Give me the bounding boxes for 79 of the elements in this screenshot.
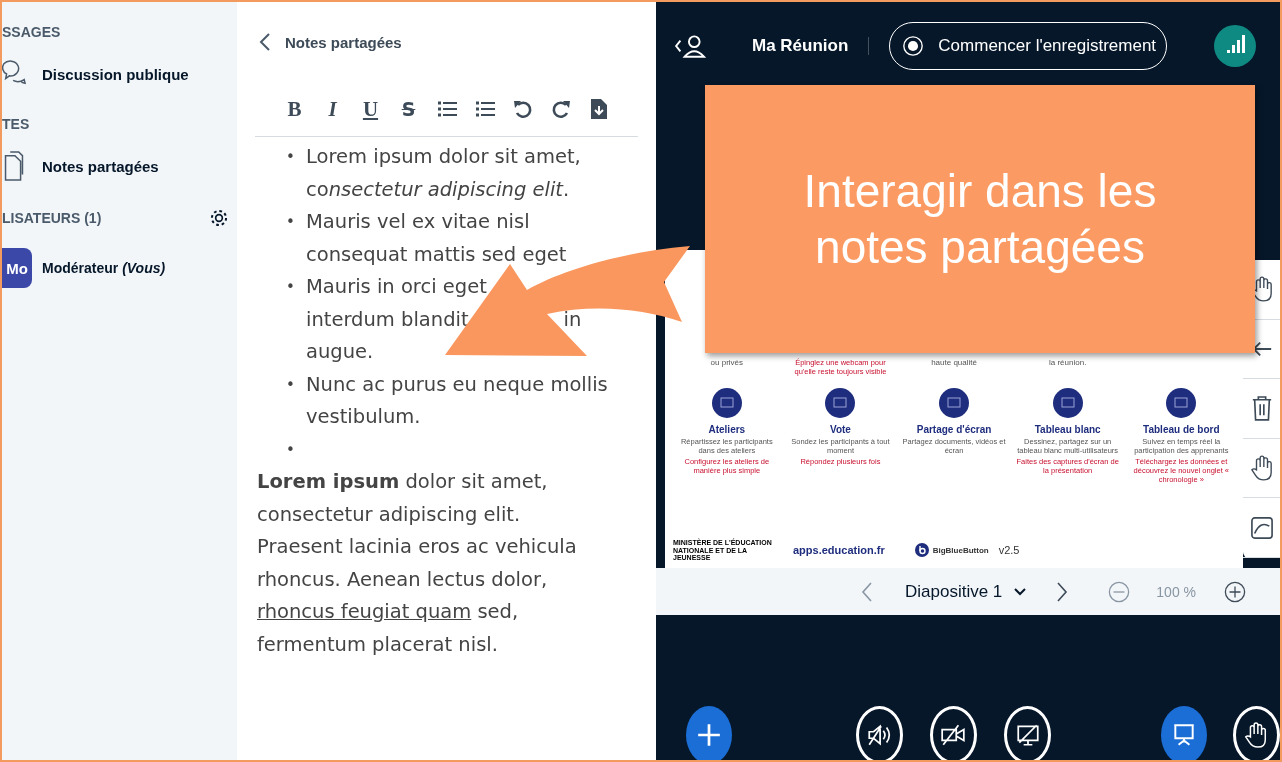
list-bullet: • <box>286 212 296 233</box>
hand-button[interactable] <box>1232 706 1280 760</box>
apps-logo: apps.education.fr <box>793 544 885 557</box>
notes-icon <box>2 150 26 182</box>
feature-icon <box>825 388 856 418</box>
bullet-list-icon[interactable] <box>474 99 495 119</box>
redo-icon[interactable] <box>550 99 571 119</box>
bold-button[interactable]: B <box>284 96 305 122</box>
record-icon <box>902 35 925 57</box>
feature-icon <box>711 388 742 418</box>
note-paragraph: Lorem ipsum dolor sit amet, consectetur adipiscing elit. Praesent lacinia eros ac vehicula rhoncus. Aenean lectus dolor, rhoncus feugiat quam sed, fermentum placerat nisl. <box>256 469 578 658</box>
zoom-level: 100 % <box>1156 583 1197 600</box>
list-bullet: • <box>286 277 296 298</box>
user-list-toggle-icon[interactable] <box>674 34 706 58</box>
numbered-list-icon[interactable] <box>436 99 457 119</box>
section-heading: SSAGES <box>2 24 62 40</box>
chart-icon[interactable] <box>1250 514 1273 541</box>
zoom-in-icon[interactable] <box>1224 580 1247 603</box>
note-line: consequat mattis sed eget <box>306 241 567 268</box>
undo-icon[interactable] <box>512 99 533 119</box>
feature-title: Tableau de bord <box>1143 424 1220 435</box>
underline-button[interactable]: U <box>360 96 381 122</box>
list-bullet: • <box>286 374 296 396</box>
feature-icon <box>939 388 970 418</box>
note-line: augue. <box>306 339 374 365</box>
slide-text: ou privés <box>710 358 744 367</box>
next-slide-icon[interactable] <box>1056 580 1069 603</box>
callout-tooltip: Interagir dans les notes partagées <box>705 85 1255 353</box>
caret-icon <box>1014 587 1027 596</box>
note-word: in <box>563 306 582 333</box>
sidebar-item[interactable]: Notes partagées <box>2 146 237 186</box>
user-avatar[interactable]: Mo <box>2 248 32 288</box>
back-icon[interactable] <box>259 32 271 52</box>
hand-icon[interactable] <box>1250 455 1273 482</box>
note-line: consectetur adipiscing elit. <box>306 176 570 203</box>
connection-status-icon[interactable] <box>1214 25 1256 67</box>
presentation-icon <box>1171 722 1197 748</box>
b-logo-icon <box>914 543 929 558</box>
user-name: Modérateur (Vous) <box>42 260 166 276</box>
previous-slide-icon[interactable] <box>861 580 873 603</box>
note-line: Mauris vel ex vitae nisl <box>306 209 530 235</box>
settings-icon[interactable] <box>209 208 229 228</box>
zoom-out-icon[interactable] <box>1108 580 1131 603</box>
note-line: interdum blandit <box>306 306 469 333</box>
slide-text: la réunion. <box>1049 358 1087 367</box>
download-file-icon[interactable] <box>588 99 609 119</box>
slide-selector[interactable]: Diapositive 1 <box>899 580 1033 603</box>
note-line: Nunc ac purus eu neque mollis <box>306 371 608 398</box>
screen-button[interactable] <box>1004 706 1052 760</box>
presentation-button[interactable] <box>1161 706 1207 760</box>
feature-title: Vote <box>829 424 851 435</box>
muted-speaker-icon <box>866 722 893 748</box>
plus-icon <box>695 722 722 748</box>
italic-button[interactable]: I <box>322 96 343 122</box>
screen-share-off-icon <box>1014 722 1041 748</box>
sidebar-item[interactable]: Discussion publique <box>2 54 237 94</box>
video-button[interactable] <box>929 706 977 760</box>
note-line: vestibulum. <box>306 404 421 430</box>
feature-title: Tableau blanc <box>1034 424 1101 435</box>
trash-icon[interactable] <box>1250 395 1273 422</box>
note-line: Mauris in orci eget <box>306 274 487 300</box>
list-bullet: • <box>286 439 296 461</box>
list-bullet: • <box>286 147 296 168</box>
feature-icon <box>1166 388 1197 418</box>
feature-title: Partage d'écran <box>916 424 992 435</box>
plus-button[interactable] <box>686 706 732 760</box>
note-line: Lorem ipsum dolor sit amet, <box>306 144 581 170</box>
bbb-logo: BigBlueButton <box>932 545 989 555</box>
section-heading: TES <box>2 116 31 132</box>
section-heading: LISATEURS (1) <box>2 210 102 226</box>
panel-title: Notes partagées <box>285 33 402 51</box>
feature-icon <box>1052 388 1083 418</box>
version-label: v2.5 <box>998 544 1020 557</box>
slide-text: haute qualité <box>931 358 977 367</box>
camera-off-icon <box>940 722 967 748</box>
meeting-title: Ma Réunion <box>752 36 849 56</box>
strike-button[interactable]: S <box>398 98 419 120</box>
feature-title: Ateliers <box>708 424 746 435</box>
audio-button[interactable] <box>855 706 903 760</box>
